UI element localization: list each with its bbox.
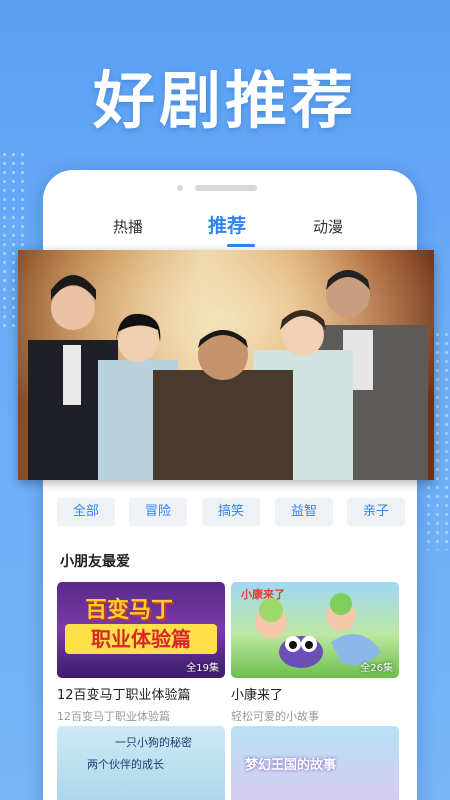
active-tab-indicator [227,244,255,247]
tab-anime[interactable]: 动漫 [313,216,343,237]
chip-comedy[interactable]: 搞笑 [202,498,260,526]
video-thumbnail: 百变马丁 职业体验篇 全19集 [57,582,225,678]
video-card-3[interactable]: 一只小狗的秘密 两个伙伴的成长 [57,726,225,800]
card-subtitle: 轻松可爱的小故事 [231,710,319,723]
card-title: 12百变马丁职业体验篇 [57,688,191,703]
section-title: 小朋友最爱 [60,554,130,570]
chip-family[interactable]: 亲子 [347,498,405,526]
featured-banner[interactable] [18,250,434,480]
thumb-text: 一只小狗的秘密 [115,736,192,749]
thumb-title-top: 百变马丁 [85,598,174,623]
tab-hot[interactable]: 热播 [113,216,143,237]
chip-all[interactable]: 全部 [57,498,115,526]
thumb-text: 梦幻王国的故事 [245,758,337,773]
episode-count: 全19集 [186,663,219,674]
category-chips: 全部 冒险 搞笑 益智 亲子 [57,498,405,526]
video-thumbnail: 小康来了 全26集 [231,582,399,678]
video-card-2[interactable]: 小康来了 全26集 小康来了 轻松可爱的小故事 [231,582,399,724]
speaker-slot [195,185,257,191]
episode-count: 全26集 [360,663,393,674]
chip-educational[interactable]: 益智 [275,498,333,526]
camera-dot [177,185,183,191]
card-title: 小康来了 [231,688,284,703]
thumb-title-bottom: 职业体验篇 [65,624,217,654]
video-card-1[interactable]: 百变马丁 职业体验篇 全19集 12百变马丁职业体验篇 12百变马丁职业体验篇 [57,582,225,724]
promo-headline: 好剧推荐 [92,64,357,137]
tab-bar: 热播 推荐 动漫 [43,212,417,248]
video-card-4[interactable]: 梦幻王国的故事 [231,726,399,800]
thumb-text-2: 两个伙伴的成长 [87,758,164,771]
tab-recommend[interactable]: 推荐 [208,211,246,238]
card-subtitle: 12百变马丁职业体验篇 [57,710,170,723]
chip-adventure[interactable]: 冒险 [129,498,187,526]
